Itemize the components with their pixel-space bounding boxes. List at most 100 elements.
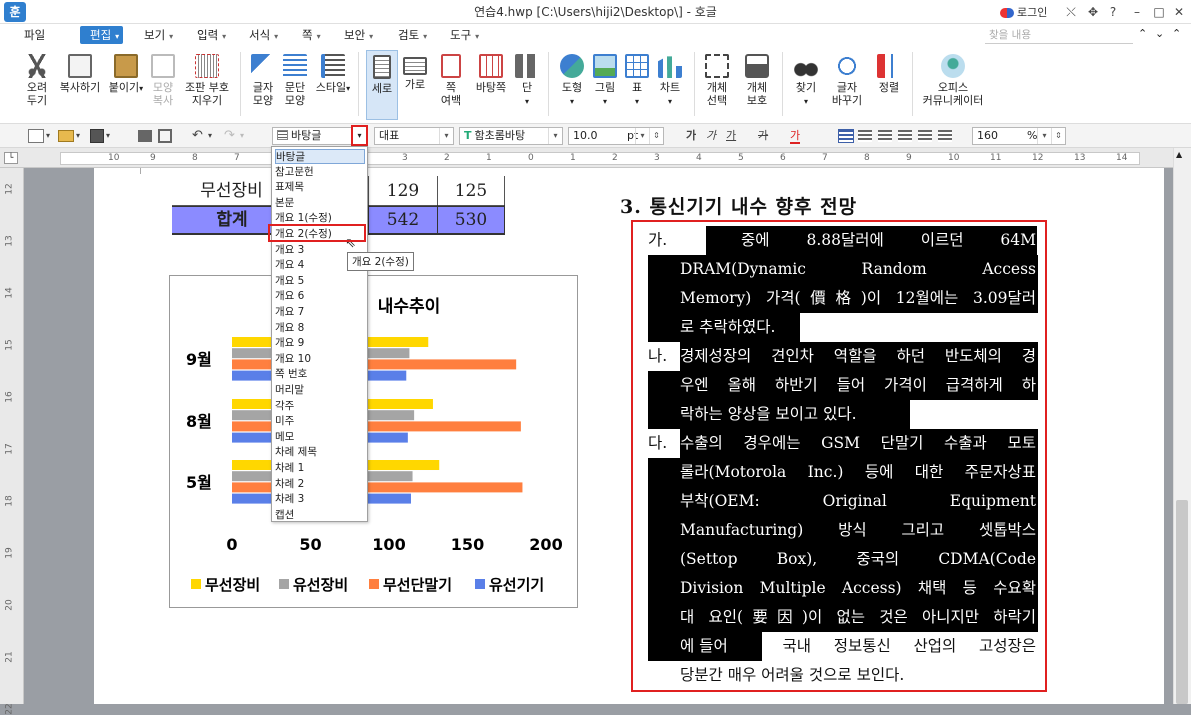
chart-button[interactable]: 차트 ▾ bbox=[654, 50, 686, 120]
style-list-item[interactable]: 미주 bbox=[275, 414, 365, 429]
style-list-item[interactable]: 차례 제목 bbox=[275, 445, 365, 460]
redo-icon[interactable]: ↷ bbox=[224, 128, 235, 144]
style-list-item[interactable]: 차례 1 bbox=[275, 461, 365, 476]
style-button[interactable]: 스타일▾ bbox=[314, 50, 352, 120]
columns-button[interactable]: 단 ▾ bbox=[514, 50, 540, 120]
style-list-item[interactable]: 개요 10 bbox=[275, 352, 365, 367]
style-list-item[interactable]: 개요 6 bbox=[275, 289, 365, 304]
print-icon[interactable] bbox=[138, 130, 152, 142]
copy-button[interactable]: 복사하기 bbox=[58, 50, 102, 120]
text-line[interactable]: (Settop Box), 중국의 CDMA(Code bbox=[680, 545, 1036, 574]
chevron-down-icon[interactable]: ▾ bbox=[240, 128, 244, 144]
open-folder-icon[interactable] bbox=[58, 130, 74, 142]
text-line[interactable]: Memory) 가격(價格)이 12월에는 3.09달러 bbox=[680, 284, 1036, 313]
style-combo[interactable]: 바탕글 bbox=[272, 127, 352, 145]
style-list-item[interactable]: 참고문헌 bbox=[275, 165, 365, 180]
chevron-down-icon[interactable]: ▾ bbox=[106, 128, 110, 144]
font-size-combo[interactable]: 10.0 pt ▾ ⇕ bbox=[568, 127, 664, 145]
zoom-combo[interactable]: 160% ▾ ⇕ bbox=[972, 127, 1066, 145]
style-list-item[interactable]: 바탕글 bbox=[275, 149, 365, 164]
text-line[interactable]: 7월 중에 8.88달러에 이르던 64M bbox=[680, 226, 1036, 255]
text-line[interactable]: 부착(OEM: Original Equipment bbox=[680, 487, 1036, 516]
text-line[interactable]: 우엔 올해 하반기 들어 가격이 급격하게 하 bbox=[680, 371, 1036, 400]
style-dropdown-button[interactable]: ▾ bbox=[351, 125, 368, 146]
language-combo[interactable]: 대표 ▾ bbox=[374, 127, 454, 145]
search-input[interactable]: 찾을 내용 bbox=[985, 27, 1133, 44]
collapse-ribbon-icon[interactable]: ⌃ bbox=[1172, 27, 1181, 40]
text-line[interactable]: Division Multiple Access) 채택 등 수요확 bbox=[680, 574, 1036, 603]
picture-button[interactable]: 그림 ▾ bbox=[590, 50, 620, 120]
style-list-item[interactable]: 각주 bbox=[275, 399, 365, 414]
fullscreen-icon[interactable]: ⤬ bbox=[1062, 4, 1080, 20]
text-line[interactable]: 경제성장의 견인차 역할을 하던 반도체의 경 bbox=[680, 342, 1036, 371]
align-left-icon[interactable] bbox=[858, 130, 872, 142]
menu-tools[interactable]: 도구 ▾ bbox=[450, 24, 479, 46]
maximize-icon[interactable]: □ bbox=[1150, 4, 1168, 20]
sort-button[interactable]: 정렬 bbox=[872, 50, 906, 120]
table-cell[interactable]: 530 bbox=[438, 205, 505, 235]
shape-button[interactable]: 도형 ▾ bbox=[556, 50, 588, 120]
style-list-item[interactable]: 캡션 bbox=[275, 508, 365, 523]
menu-view[interactable]: 보기 ▾ bbox=[144, 24, 173, 46]
undo-icon[interactable]: ↶ bbox=[192, 128, 203, 144]
table-cell[interactable]: 129 bbox=[368, 176, 438, 206]
text-line[interactable]: 당분간 매우 어려울 것으로 보인다. bbox=[680, 661, 1036, 690]
menu-review[interactable]: 검토 ▾ bbox=[398, 24, 427, 46]
distribute-icon[interactable] bbox=[918, 130, 932, 142]
style-list-item[interactable]: 개요 8 bbox=[275, 321, 365, 336]
para-shape-button[interactable]: 문단 모양 bbox=[280, 50, 310, 120]
chevron-down-icon[interactable]: ▾ bbox=[46, 128, 50, 144]
menu-page[interactable]: 쪽 ▾ bbox=[302, 24, 321, 46]
page-margin-button[interactable]: 쪽 여백 bbox=[434, 50, 468, 120]
new-doc-icon[interactable] bbox=[28, 129, 44, 143]
align-justify-icon[interactable] bbox=[838, 129, 854, 143]
move-icon[interactable]: ✥ bbox=[1084, 4, 1102, 20]
style-list-item[interactable]: 차례 2 bbox=[275, 477, 365, 492]
search-down-icon[interactable]: ⌄ bbox=[1155, 27, 1164, 40]
master-page-button[interactable]: 바탕쪽 bbox=[472, 50, 510, 120]
style-list-item[interactable]: 쪽 번호 bbox=[275, 367, 365, 382]
table-cell[interactable]: 125 bbox=[438, 176, 505, 206]
style-list-item[interactable]: 표제목 bbox=[275, 180, 365, 195]
italic-icon[interactable]: 가 bbox=[706, 128, 716, 144]
bold-icon[interactable]: 가 bbox=[686, 128, 696, 144]
menu-security[interactable]: 보안 ▾ bbox=[344, 24, 373, 46]
style-list-item[interactable]: 본문 bbox=[275, 196, 365, 211]
save-icon[interactable] bbox=[90, 129, 104, 143]
divide-icon[interactable] bbox=[938, 130, 952, 142]
login-button[interactable]: 로그인 bbox=[1000, 4, 1047, 20]
search-up-icon[interactable]: ⌃ bbox=[1138, 27, 1147, 40]
text-line[interactable]: 롤라(Motorola Inc.) 등에 대한 주문자상표 bbox=[680, 458, 1036, 487]
text-line[interactable]: 락하는 양상을 보이고 있다. bbox=[680, 400, 1036, 429]
text-line[interactable]: DRAM(Dynamic Random Access bbox=[680, 255, 1036, 284]
portrait-button[interactable]: 세로 bbox=[366, 50, 398, 120]
text-line[interactable]: 대 요인(要因)이 없는 것은 아니지만 하락기 bbox=[680, 603, 1036, 632]
strikethrough-icon[interactable]: 가 bbox=[758, 128, 768, 144]
style-list-item[interactable]: 개요 5 bbox=[275, 274, 365, 289]
find-button[interactable]: 찾기 ▾ bbox=[790, 50, 822, 120]
underline-icon[interactable]: 가 bbox=[726, 128, 736, 144]
table-cell[interactable]: 542 bbox=[368, 205, 438, 235]
chevron-down-icon[interactable]: ▾ bbox=[76, 128, 80, 144]
object-select-button[interactable]: 개체 선택 bbox=[700, 50, 734, 120]
char-shape-button[interactable]: 글자 모양 bbox=[248, 50, 278, 120]
chevron-down-icon[interactable]: ▾ bbox=[208, 128, 212, 144]
text-line[interactable]: Manufacturing) 방식 그리고 셋톱박스 bbox=[680, 516, 1036, 545]
replace-button[interactable]: 글자 바꾸기 bbox=[826, 50, 868, 120]
menu-format[interactable]: 서식 ▾ bbox=[249, 24, 278, 46]
text-line[interactable]: 로 추락하였다. bbox=[680, 313, 1036, 342]
paste-button[interactable]: 붙이기▾ bbox=[106, 50, 146, 120]
align-right-icon[interactable] bbox=[898, 130, 912, 142]
minimize-icon[interactable]: – bbox=[1128, 4, 1146, 20]
scrollbar-thumb[interactable] bbox=[1176, 500, 1188, 704]
help-icon[interactable]: ? bbox=[1104, 4, 1122, 20]
style-list-item[interactable]: 개요 7 bbox=[275, 305, 365, 320]
font-combo[interactable]: T 함초롬바탕 ▾ bbox=[459, 127, 563, 145]
menu-insert[interactable]: 입력 ▾ bbox=[197, 24, 226, 46]
vertical-ruler[interactable] bbox=[0, 168, 24, 704]
style-dropdown-list[interactable]: 바탕글 참고문헌 표제목 본문 개요 1(수정) 개요 2(수정) 개요 3 개요 4 개요 5… bbox=[271, 146, 368, 522]
style-list-item[interactable]: 차례 3 bbox=[275, 492, 365, 507]
style-list-item[interactable]: 메모 bbox=[275, 430, 365, 445]
table-button[interactable]: 표 ▾ bbox=[622, 50, 652, 120]
scroll-up-icon[interactable]: ▲ bbox=[1176, 150, 1182, 159]
